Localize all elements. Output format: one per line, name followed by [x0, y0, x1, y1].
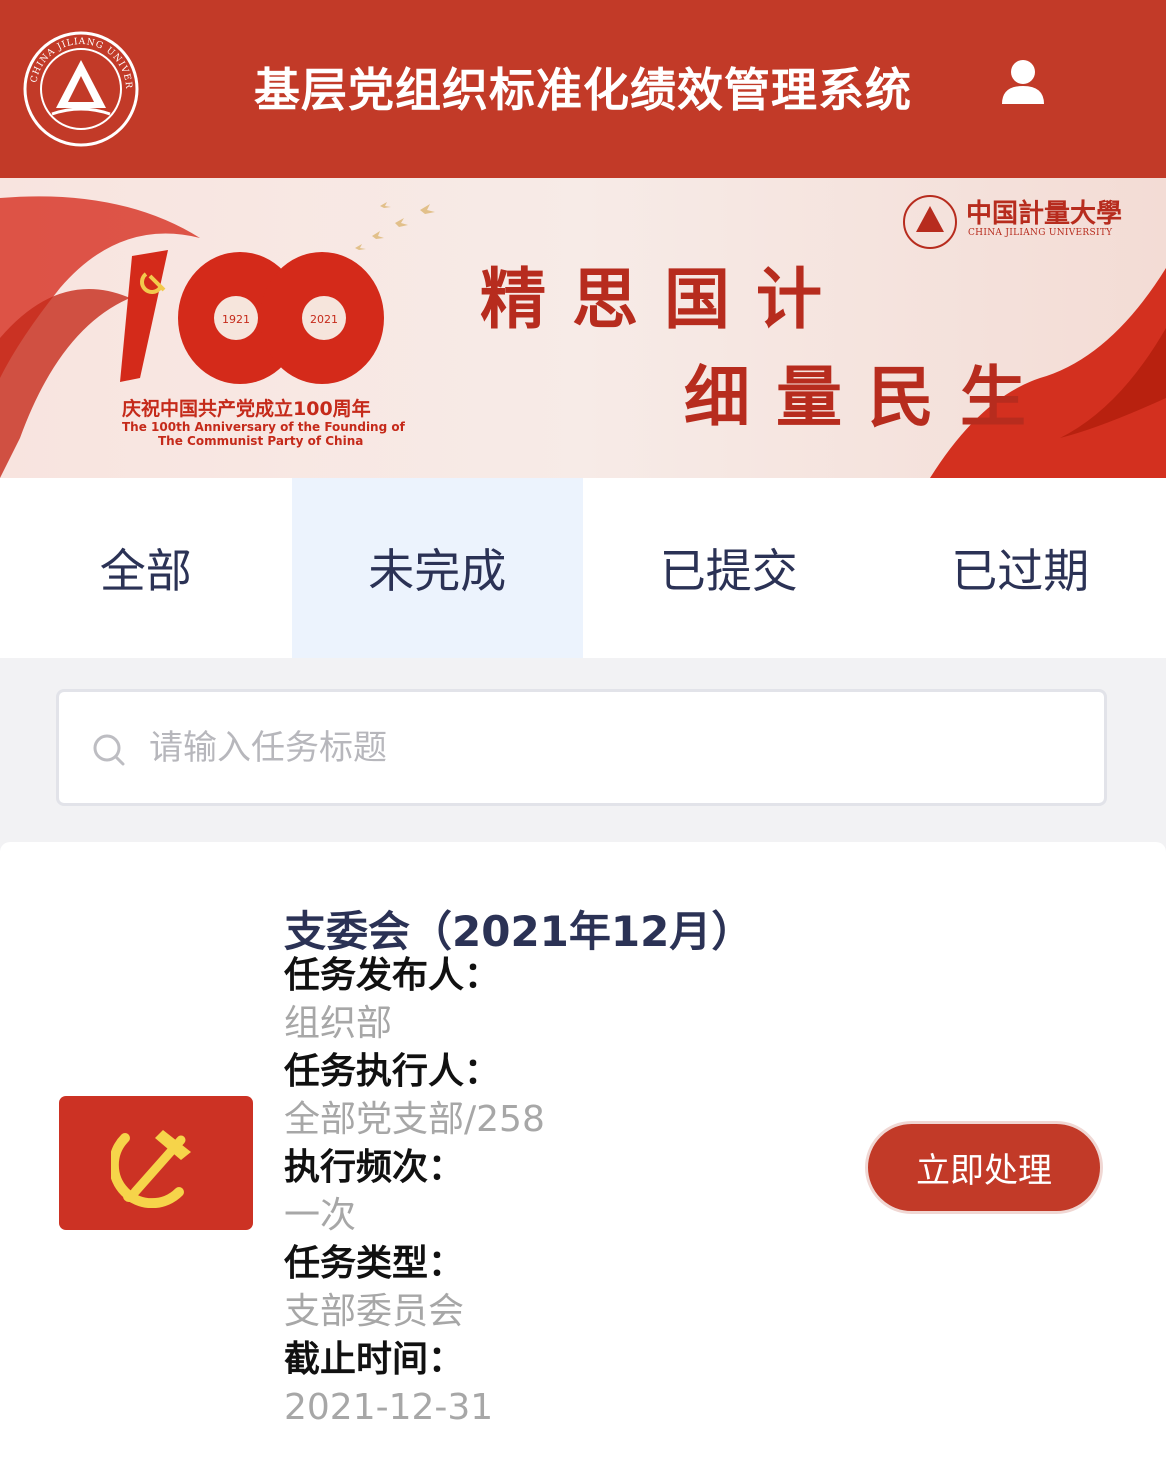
tab-expired[interactable]: 已过期: [875, 478, 1166, 658]
field-value: 全部党支部/258: [284, 1099, 545, 1140]
field-label: 任务类型：: [284, 1243, 465, 1284]
process-now-button[interactable]: 立即处理: [865, 1121, 1103, 1214]
field-value-executor: 全部党支部/258: [284, 1096, 545, 1144]
tab-all[interactable]: 全部: [0, 478, 292, 658]
field-value: 组织部: [284, 1003, 393, 1044]
anniversary-caption-en-2: The Communist Party of China: [158, 434, 364, 448]
field-value-publisher: 组织部: [284, 1000, 392, 1048]
party-flag-icon: [59, 1096, 253, 1230]
app-header: CHINA JILIANG UNIVERSITY 基层党组织标准化绩效管理系统: [0, 0, 1166, 178]
field-label-executor: 任务执行人：: [284, 1048, 500, 1096]
banner: 1921 2021 精思国计 细量民生 中国計量大學 CHINA JILIANG…: [0, 178, 1166, 478]
field-value-frequency: 一次: [284, 1192, 356, 1240]
university-name-en: CHINA JILIANG UNIVERSITY: [968, 228, 1113, 238]
badge-year-end: 2021: [310, 313, 338, 326]
user-icon[interactable]: [992, 52, 1054, 114]
field-label: 任务发布人：: [284, 955, 501, 996]
banner-slogan-1: 精思国计: [480, 260, 848, 338]
field-label: 截止时间：: [284, 1339, 465, 1380]
anniversary-caption-cn: 庆祝中国共产党成立100周年: [122, 398, 371, 420]
search-box: [56, 689, 1107, 806]
field-label-deadline: 截止时间：: [284, 1336, 464, 1384]
field-label: 执行频次：: [284, 1147, 465, 1188]
field-value: 一次: [284, 1195, 357, 1236]
banner-slogan-2: 细量民生: [684, 358, 1052, 436]
task-title[interactable]: 支委会（2021年12月）: [284, 898, 753, 959]
field-value-deadline: 2021-12-31: [284, 1384, 493, 1432]
search-input[interactable]: [149, 714, 1069, 782]
search-icon: [93, 734, 125, 766]
tab-submitted[interactable]: 已提交: [583, 478, 875, 658]
anniversary-caption-en-1: The 100th Anniversary of the Founding of: [122, 420, 405, 434]
field-label-publisher: 任务发布人：: [284, 952, 500, 1000]
badge-year-start: 1921: [222, 313, 250, 326]
field-value-type: 支部委员会: [284, 1288, 464, 1336]
field-label-type: 任务类型：: [284, 1240, 464, 1288]
status-tabs: 全部 未完成 已提交 已过期: [0, 478, 1166, 658]
field-value: 2021-12-31: [284, 1387, 494, 1428]
university-name-cn: 中国計量大學: [966, 199, 1123, 229]
field-value: 支部委员会: [284, 1291, 465, 1332]
field-label-frequency: 执行频次：: [284, 1144, 464, 1192]
field-label: 任务执行人：: [284, 1051, 501, 1092]
tab-incomplete[interactable]: 未完成: [291, 478, 583, 658]
